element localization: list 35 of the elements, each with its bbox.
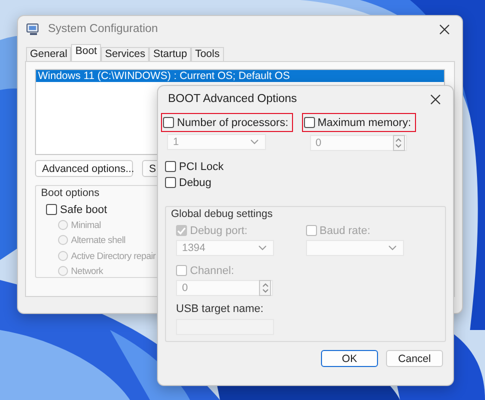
- radio-label: Active Directory repair: [71, 250, 156, 261]
- checkbox-label: PCI Lock: [179, 160, 224, 172]
- button[interactable]: Advanced options...: [35, 160, 133, 177]
- chevron-down-icon: [258, 245, 267, 251]
- checkbox-label: Debug: [179, 176, 212, 188]
- checkbox-label: Debug port:: [190, 224, 248, 236]
- checkbox[interactable]: [165, 161, 176, 172]
- button[interactable]: OK: [321, 350, 378, 367]
- checkbox-label: Channel:: [190, 264, 234, 276]
- dialog-title: BOOT Advanced Options: [168, 93, 298, 105]
- window-title: System Configuration: [48, 23, 159, 35]
- tab[interactable]: General: [26, 47, 72, 61]
- close-icon[interactable]: [430, 94, 441, 104]
- tab[interactable]: Services: [100, 47, 150, 61]
- chevron-down-icon: [388, 245, 396, 251]
- radio-label: Alternate shell: [71, 235, 126, 246]
- checkbox-label: Maximum memory:: [318, 116, 412, 128]
- checkbox-label: Baud rate:: [320, 224, 370, 236]
- group-title: Boot options: [41, 187, 100, 199]
- tab[interactable]: Boot: [71, 44, 101, 61]
- checkbox[interactable]: [165, 177, 176, 188]
- radio-label: Minimal: [71, 220, 101, 230]
- button[interactable]: Cancel: [386, 350, 443, 367]
- checkbox[interactable]: [46, 204, 57, 215]
- tab[interactable]: Startup: [149, 47, 192, 61]
- chevron-down-icon: [250, 139, 259, 145]
- tab[interactable]: Tools: [191, 47, 224, 61]
- checkbox-label: Safe boot: [60, 204, 108, 216]
- list-item[interactable]: Windows 11 (C:\WINDOWS) : Current OS; Default OS: [36, 70, 444, 82]
- computer-icon: [26, 22, 40, 36]
- field-label: USB target name:: [176, 303, 264, 315]
- radio-label: Network: [71, 266, 103, 276]
- group-title: Global debug settings: [171, 208, 274, 220]
- checkbox-label: Number of processors:: [177, 116, 288, 128]
- close-icon[interactable]: [439, 24, 450, 34]
